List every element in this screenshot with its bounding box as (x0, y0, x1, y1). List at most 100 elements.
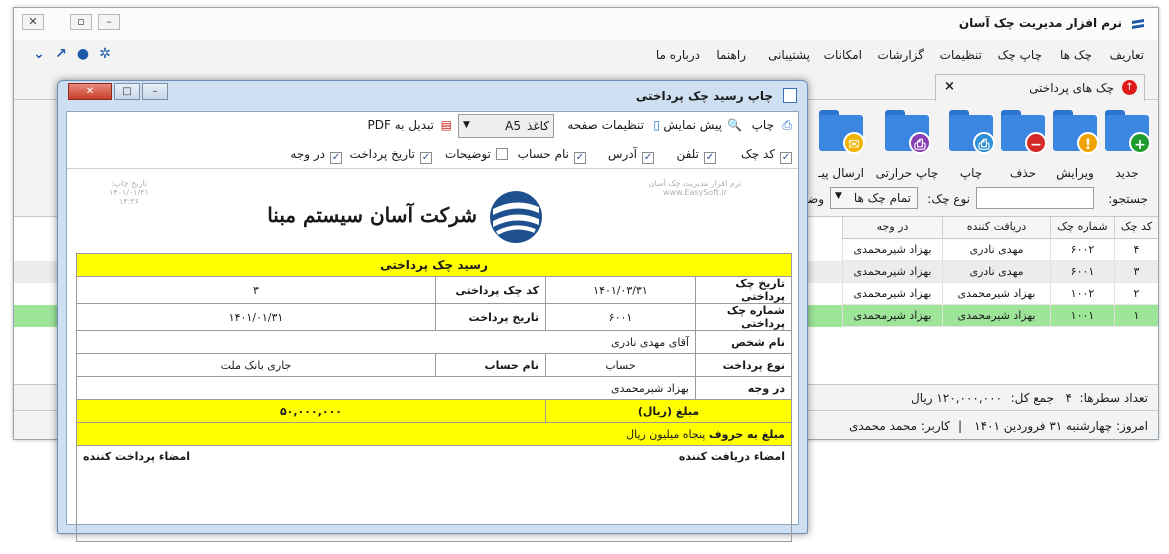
current-user: کاربر: محمد محمدی (848, 419, 950, 433)
check-code-value: ۳ (76, 276, 436, 304)
folder-delete-icon: − (1001, 110, 1047, 154)
menu-item-reports[interactable]: گزارشات (878, 48, 924, 62)
dialog-maximize-icon[interactable]: □ (114, 83, 140, 100)
badge-exclamation: ! (1077, 132, 1099, 154)
checkbox-account-name[interactable]: ✓نام حساب (518, 147, 586, 164)
minimize-icon[interactable]: – (98, 14, 120, 30)
check-date-value: ۱۴۰۱/۰۳/۳۱ (545, 276, 696, 304)
checkbox-phone[interactable]: ✓تلفن (676, 147, 716, 164)
badge-printer: ⎙ (973, 132, 995, 154)
app-logo-icon (1132, 19, 1144, 29)
check-type-label: نوع چک: (927, 192, 970, 206)
title-bar: نرم افزار مدیریت چک آسان ✕ ▫ – (14, 8, 1158, 40)
amount-label: مبلغ (ریال) (545, 399, 792, 423)
checkbox-payment-date[interactable]: ✓تاریخ پرداخت (349, 147, 432, 164)
check-code-label: کد چک پرداختی (435, 276, 546, 304)
dialog-body: ⎙ چاپ 🔍 پیش نمایش ▯ تنظیمات صفحه کاغذ A5… (66, 111, 799, 542)
folder-print-icon: ⎙ (949, 110, 995, 154)
cell-payee: بهزاد شیرمحمدی (842, 283, 942, 305)
checkbox-address[interactable]: ✓آدرس (608, 147, 654, 164)
cell-receiver: مهدی نادری (942, 261, 1050, 283)
send-sms-label: ارسال پیـ (818, 166, 864, 180)
page-setup-button[interactable]: تنظیمات صفحه (567, 118, 644, 132)
menu-item-checks[interactable]: چک ها (1060, 48, 1092, 62)
pdf-icon: ▤ (440, 118, 452, 132)
close-icon[interactable]: ✕ (22, 14, 44, 30)
dropdown-arrow-icon: ▼ (463, 120, 470, 130)
pay-date-value: ۱۴۰۱/۰۱/۳۱ (76, 303, 436, 331)
receipt-table: رسید چک پرداختی تاریخ چک پرداختی ۱۴۰۱/۰۳… (76, 253, 792, 542)
search-input[interactable] (976, 187, 1094, 209)
company-name: شرکت آسان سیستم مبنا (267, 203, 477, 227)
print-receipt-dialog: چاپ رسید چک پرداختی ✕ □ – ⎙ چاپ 🔍 پیش نم… (57, 80, 808, 542)
chevron-down-icon[interactable]: ⌄ (28, 46, 50, 62)
watermark-title: نرم افزار مدیریت چک آسان (648, 179, 742, 188)
dialog-minimize-icon[interactable]: – (142, 83, 168, 100)
menu-item-settings[interactable]: تنظیمات (940, 48, 982, 62)
print-date: ۱۴۰۱/۰۱/۳۱ (109, 188, 149, 197)
menu-item-definitions[interactable]: تعاریف (1110, 48, 1144, 62)
total-sum-label: جمع کل: (1010, 391, 1054, 405)
payee-value: بهزاد شیرمحمدی (76, 376, 696, 400)
col-header-payee[interactable]: در وجه (842, 217, 942, 239)
cell-code: ۴ (1114, 239, 1158, 261)
quick-tools: ⌄ ↗ ● ✲ (28, 46, 138, 66)
menu-item-about[interactable]: درباره ما (656, 48, 700, 62)
col-header-number[interactable]: شماره چک (1050, 217, 1114, 239)
badge-thermal-printer: ⎙ (909, 132, 931, 154)
receipt-heading: رسید چک پرداختی (76, 253, 792, 277)
paper-select[interactable]: کاغذ A5 ▼ (458, 114, 554, 138)
cell-receiver: مهدی نادری (942, 239, 1050, 261)
print-button[interactable]: ⎙ چاپ (946, 108, 996, 184)
preview-button[interactable]: پیش نمایش (663, 118, 722, 132)
gear-icon[interactable]: ✲ (94, 46, 116, 62)
company-logo: شرکت آسان سیستم مبنا (267, 187, 547, 247)
arrow-up-right-icon[interactable]: ↗ (50, 46, 72, 62)
account-label: نام حساب (435, 353, 546, 377)
send-sms-button[interactable]: ✉ ارسال پیـ (816, 108, 866, 184)
col-header-receiver[interactable]: دریافت کننده (942, 217, 1050, 239)
tab-label: چک های پرداختی (1029, 81, 1114, 95)
col-header-code[interactable]: کد چک (1114, 217, 1158, 239)
menu-item-support[interactable]: پشتیبانی (768, 48, 810, 62)
restore-icon[interactable]: ▫ (70, 14, 92, 30)
dropdown-arrow-icon: ▼ (835, 191, 842, 201)
dialog-title: چاپ رسید چک پرداختی (635, 89, 773, 103)
field-options: ✓کد چک ✓تلفن ✓آدرس ✓نام حساب توضیحات ✓تا… (67, 142, 798, 166)
badge-mail: ✉ (843, 132, 865, 154)
tab-paid-checks[interactable]: ↑ چک های پرداختی × (935, 74, 1145, 101)
checkbox-payee[interactable]: ✓در وجه (290, 147, 342, 164)
menu-item-help[interactable]: راهنما (716, 48, 746, 62)
print-button[interactable]: چاپ (752, 118, 774, 132)
amount-words-value: پنجاه میلیون ریال (626, 427, 706, 441)
cell-number: ۶۰۰۱ (1050, 261, 1114, 283)
menu-item-print-check[interactable]: چاپ چک (998, 48, 1042, 62)
cell-number: ۱۰۰۱ (1050, 305, 1114, 327)
print-date-block: تاریخ چاپ: ۱۴۰۱/۰۱/۳۱ ۱۳:۳۶ (89, 179, 169, 206)
check-number-label: شماره چک پرداختی (695, 303, 792, 331)
dialog-title-bar: چاپ رسید چک پرداختی ✕ □ – (58, 81, 807, 109)
folder-mail-icon: ✉ (819, 110, 865, 154)
cell-number: ۱۰۰۲ (1050, 283, 1114, 305)
paper-value: A5 (505, 119, 521, 133)
export-pdf-button[interactable]: تبدیل به PDF (368, 118, 434, 132)
close-tab-icon[interactable]: × (944, 79, 955, 94)
user-icon[interactable]: ● (72, 46, 94, 62)
cell-number: ۶۰۰۲ (1050, 239, 1114, 261)
checkbox-description[interactable]: توضیحات (445, 147, 508, 161)
cell-payee: بهزاد شیرمحمدی (842, 239, 942, 261)
search-label: جستجو: (1108, 192, 1148, 206)
status-separator: | (957, 419, 962, 433)
folder-edit-icon: ! (1053, 110, 1099, 154)
thermal-print-button[interactable]: ⎙ چاپ حرارتی (876, 108, 938, 184)
receipt-preview: نرم افزار مدیریت چک آسان www.EasySoft.ir… (67, 168, 798, 542)
check-type-select[interactable]: تمام چک ها ▼ (830, 187, 918, 209)
cell-receiver: بهزاد شیرمحمدی (942, 283, 1050, 305)
receiver-signature: امضاء دریافت کننده (545, 445, 792, 542)
amount-words-label: مبلغ به حروف (708, 427, 785, 441)
pay-date-label: تاریخ پرداخت (435, 303, 546, 331)
rows-count-label: تعداد سطرها: (1079, 391, 1148, 405)
menu-item-features[interactable]: امکانات (824, 48, 862, 62)
dialog-close-icon[interactable]: ✕ (68, 83, 112, 100)
checkbox-check-code[interactable]: ✓کد چک (741, 147, 792, 164)
